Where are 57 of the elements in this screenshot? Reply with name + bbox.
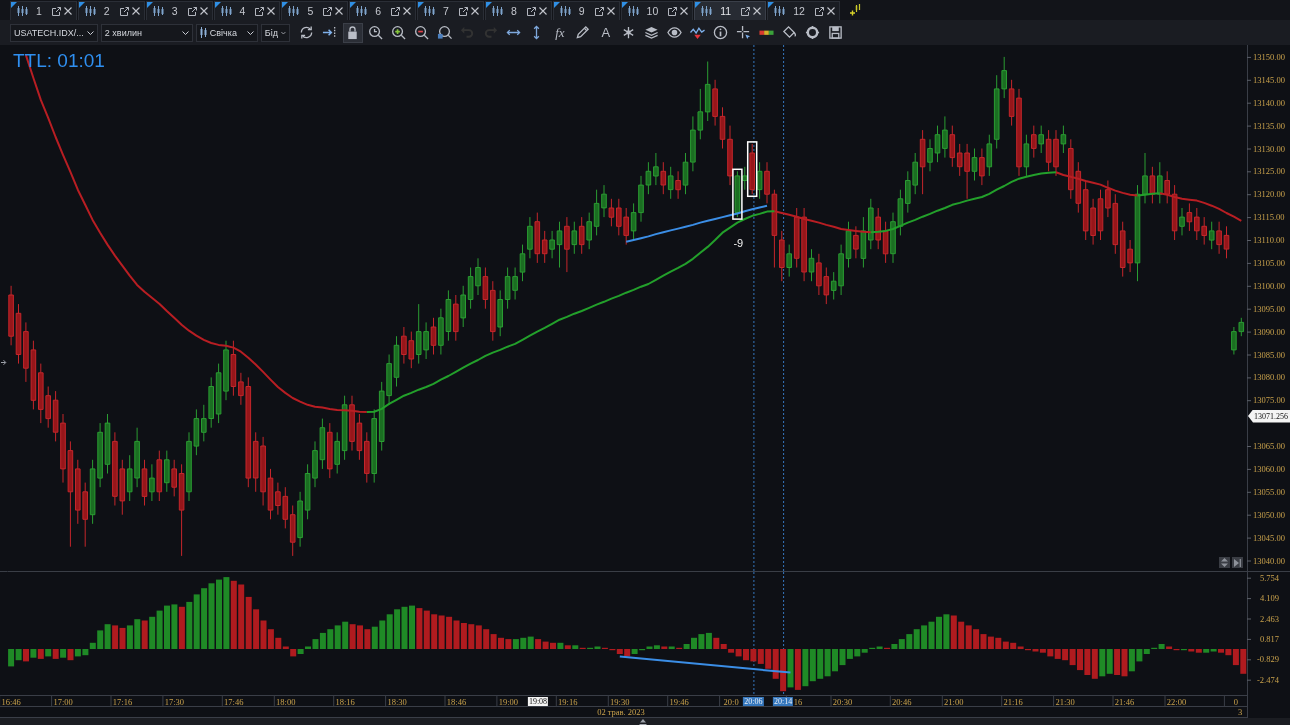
price-axis-label: 13135.00 [1253,120,1285,131]
time-axis-label: 20:30 [832,696,853,707]
time-axis-label: 16:46 [1,696,21,707]
oscillator-axis-label: 5.754 [1259,572,1279,583]
time-axis-label: 18:16 [335,696,355,707]
date-axis-label: 02 трав. 2023 [597,707,645,718]
price-axis-label: 13110.00 [1253,235,1285,245]
price-axis-label: 13145.00 [1253,74,1285,85]
price-axis-label: 13130.00 [1253,143,1285,154]
annotation-label: -9 [733,237,744,250]
time-axis-label: 19:46 [669,696,689,707]
time-axis-label: 18:30 [387,696,407,707]
price-axis-label: 13140.00 [1253,97,1285,108]
time-axis-label: 17:00 [53,696,73,707]
time-axis-label: 18:00 [276,696,296,707]
price-axis-label: 13105.00 [1253,257,1285,268]
time-cursor-label: 19:08 [527,696,549,706]
price-axis-label: 13045.00 [1253,532,1285,543]
oscillator-axis-label: 2.463 [1259,613,1279,624]
price-axis-label: 13065.00 [1253,441,1285,451]
price-axis-label: 13085.00 [1253,349,1285,360]
date-axis-label: 3 [1237,707,1243,718]
time-marker-label: 20:06 [743,696,764,706]
oscillator-axis-label: -0.829 [1257,654,1279,665]
oscillator-axis-label: 0.817 [1259,633,1279,644]
oscillator-axis-label: 4.109 [1259,593,1279,604]
price-axis-label: 13090.00 [1253,326,1285,337]
time-axis-label: 21:00 [944,696,964,707]
time-axis-label: 19:30 [610,696,630,707]
price-axis-label: 13125.00 [1253,166,1285,177]
time-axis-label: 22:00 [1166,696,1187,707]
price-axis-label: 13100.00 [1253,280,1285,291]
time-axis-label: 21:30 [1055,696,1075,707]
time-axis-label: 20:0 [723,696,739,707]
price-axis-label: 13040.00 [1253,555,1285,566]
time-axis-label: 21:46 [1114,696,1135,707]
price-axis-label: 13095.00 [1253,303,1285,314]
price-axis-label: 13060.00 [1253,463,1285,474]
oscillator-axis-label: -2.474 [1257,674,1279,685]
price-axis-label: 13150.00 [1253,51,1285,62]
time-axis-label: 19:16 [558,696,578,707]
time-axis-label: 17:16 [112,696,133,707]
price-axis-label: 13115.00 [1253,212,1285,223]
time-axis-label: 17:30 [164,696,185,707]
time-axis-label: 19:00 [498,696,519,707]
price-axis-label: 13120.00 [1253,189,1285,200]
time-marker-label: 20:14 [773,696,794,706]
price-axis-label: 13080.00 [1253,372,1285,383]
price-axis-label: 13075.00 [1253,395,1285,406]
time-axis-label: 0 [1233,696,1239,707]
time-axis-label: 21:16 [1003,696,1023,707]
time-axis-label: 18:46 [446,696,467,707]
price-axis-label: 13055.00 [1253,486,1285,497]
time-axis-label: 20:46 [892,696,912,707]
price-axis-label: 13050.00 [1253,509,1285,520]
time-axis-label: 16 [793,696,803,707]
time-axis-label: 17:46 [224,696,244,707]
